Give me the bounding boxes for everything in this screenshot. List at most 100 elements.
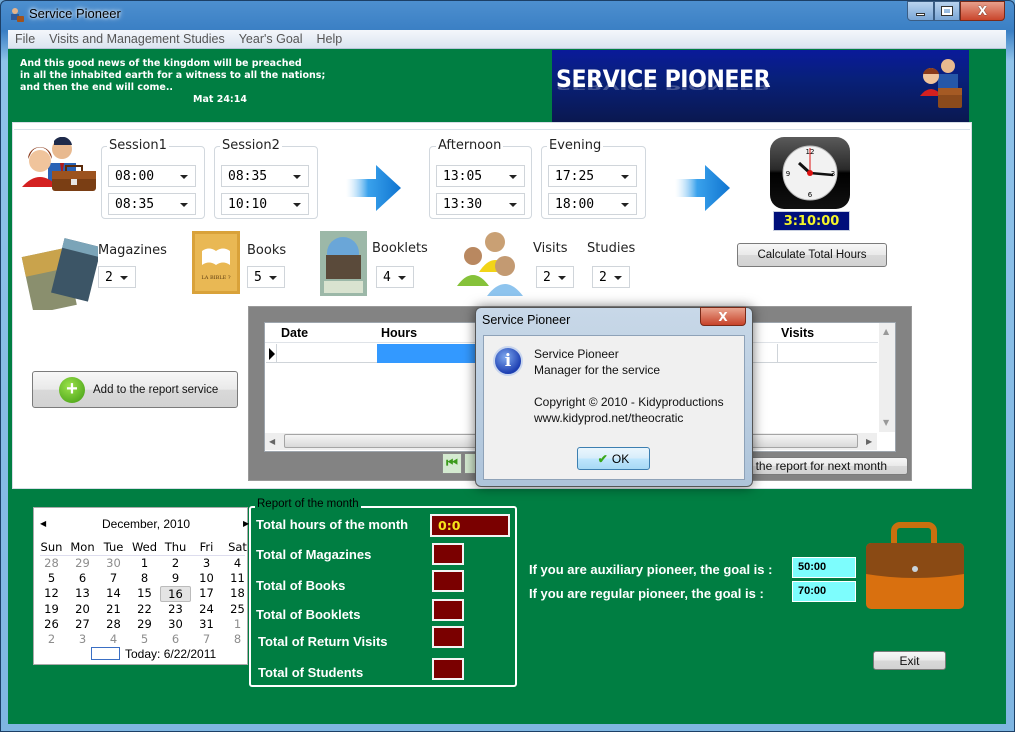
calendar-day[interactable]: 28 (36, 556, 67, 570)
calendar-day[interactable]: 31 (191, 617, 222, 631)
calendar-prev-icon[interactable]: ◀ (40, 519, 46, 528)
calendar-day[interactable]: 4 (98, 632, 129, 646)
calculate-total-hours-button[interactable]: Calculate Total Hours (737, 243, 887, 267)
svg-text:3: 3 (831, 170, 835, 178)
regular-goal-value: 70:00 (792, 581, 856, 602)
calendar-day[interactable]: 2 (160, 556, 191, 570)
arrow-right-icon (675, 165, 730, 215)
calendar-today-link[interactable]: Today: 6/22/2011 (125, 647, 216, 661)
calendar-day[interactable]: 1 (129, 556, 160, 570)
afternoon-start-select[interactable]: 13:05 (436, 165, 525, 187)
exit-button[interactable]: Exit (873, 651, 946, 670)
evening-end-select[interactable]: 18:00 (548, 193, 637, 215)
regular-goal-label: If you are regular pioneer, the goal is … (529, 586, 764, 601)
calendar-day[interactable]: 29 (129, 617, 160, 631)
dialog-url[interactable]: www.kidyprod.net/theocratic (534, 411, 683, 425)
calendar-day[interactable]: 30 (98, 556, 129, 570)
column-header-date[interactable]: Date (281, 326, 308, 340)
calendar-day[interactable]: 16 (160, 586, 191, 603)
verse-line: in all the inhabited earth for a witness… (20, 70, 326, 81)
title-bar[interactable] (0, 0, 1015, 30)
menu-years-goal[interactable]: Year's Goal (232, 32, 310, 46)
close-button[interactable]: X (960, 1, 1005, 21)
weekday-header: Fri (199, 540, 214, 554)
calendar-day[interactable]: 5 (129, 632, 160, 646)
calendar-day[interactable]: 20 (67, 602, 98, 616)
calendar-day[interactable]: 13 (67, 586, 98, 600)
afternoon-end-select[interactable]: 13:30 (436, 193, 525, 215)
calendar-day[interactable]: 21 (98, 602, 129, 616)
calendar-day[interactable]: 6 (67, 571, 98, 585)
calendar-day[interactable]: 2 (36, 632, 67, 646)
calendar-day[interactable]: 3 (67, 632, 98, 646)
magazines-value: 2 (105, 269, 113, 285)
pioneers-icon (20, 136, 100, 197)
calendar-day[interactable]: 23 (160, 602, 191, 616)
add-to-report-button[interactable]: + Add to the report service (32, 371, 238, 408)
dialog-close-button[interactable]: X (700, 307, 746, 326)
menu-file[interactable]: File (8, 32, 42, 46)
evening-label: Evening (547, 138, 604, 153)
calendar-day[interactable]: 27 (67, 617, 98, 631)
ok-button[interactable]: ✔ OK (577, 447, 650, 470)
close-icon: X (977, 4, 988, 18)
total-return-visits-value (432, 626, 464, 648)
menu-visits-studies[interactable]: Visits and Management Studies (42, 32, 232, 46)
cell-divider (777, 344, 778, 363)
scroll-left-icon[interactable]: ◀ (269, 437, 275, 446)
calendar-day[interactable]: 7 (191, 632, 222, 646)
column-header-visits[interactable]: Visits (781, 326, 814, 340)
calendar-day[interactable]: 14 (98, 586, 129, 600)
booklets-select[interactable]: 4 (376, 266, 414, 288)
total-return-visits-label: Total of Return Visits (258, 634, 388, 649)
minimize-button[interactable] (907, 1, 934, 21)
calendar-day[interactable]: 10 (191, 571, 222, 585)
next-month-report-button[interactable]: the report for next month (748, 457, 908, 475)
studies-select[interactable]: 2 (592, 266, 630, 288)
calendar-day[interactable]: 9 (160, 571, 191, 585)
calendar-day[interactable]: 19 (36, 602, 67, 616)
vertical-scrollbar[interactable] (879, 323, 895, 432)
calendar-day[interactable]: 6 (160, 632, 191, 646)
afternoon-start-value: 13:05 (443, 168, 483, 184)
selected-cell[interactable] (377, 344, 477, 363)
books-label: Books (247, 243, 287, 258)
calendar-day[interactable]: 26 (36, 617, 67, 631)
scroll-right-icon[interactable]: ▶ (866, 437, 872, 446)
menu-help[interactable]: Help (310, 32, 350, 46)
first-record-icon: ⏮ (446, 456, 458, 471)
visits-select[interactable]: 2 (536, 266, 574, 288)
calendar-day[interactable]: 7 (98, 571, 129, 585)
calendar-day[interactable]: 22 (129, 602, 160, 616)
session2-start-select[interactable]: 08:35 (221, 165, 309, 187)
calendar-day[interactable]: 30 (160, 617, 191, 631)
column-header-hours[interactable]: Hours (381, 326, 417, 340)
weekday-header: Thu (164, 540, 187, 554)
books-select[interactable]: 5 (247, 266, 285, 288)
scroll-down-icon[interactable]: ▼ (883, 418, 889, 427)
maximize-button[interactable] (934, 1, 960, 21)
weekday-header: Tue (103, 540, 124, 554)
calendar-day[interactable]: 15 (129, 586, 160, 600)
magazines-select[interactable]: 2 (98, 266, 136, 288)
chevron-down-icon (621, 175, 629, 179)
calendar-day[interactable]: 29 (67, 556, 98, 570)
session1-start-select[interactable]: 08:00 (108, 165, 196, 187)
session2-end-select[interactable]: 10:10 (221, 193, 309, 215)
chevron-down-icon (398, 276, 406, 280)
first-record-button[interactable]: ⏮ (442, 453, 462, 474)
minimize-icon (916, 12, 925, 16)
calendar-month-title[interactable]: December, 2010 (102, 517, 190, 531)
calendar-day[interactable]: 5 (36, 571, 67, 585)
briefcase-icon (864, 521, 966, 615)
calendar-day[interactable]: 8 (129, 571, 160, 585)
calendar-day[interactable]: 28 (98, 617, 129, 631)
calendar-day[interactable]: 3 (191, 556, 222, 570)
scroll-up-icon[interactable]: ▲ (883, 327, 889, 336)
session1-end-select[interactable]: 08:35 (108, 193, 196, 215)
dialog-title: Service Pioneer (482, 313, 571, 327)
calendar-day[interactable]: 24 (191, 602, 222, 616)
calendar-day[interactable]: 12 (36, 586, 67, 600)
evening-start-select[interactable]: 17:25 (548, 165, 637, 187)
calendar-day[interactable]: 17 (191, 586, 222, 600)
